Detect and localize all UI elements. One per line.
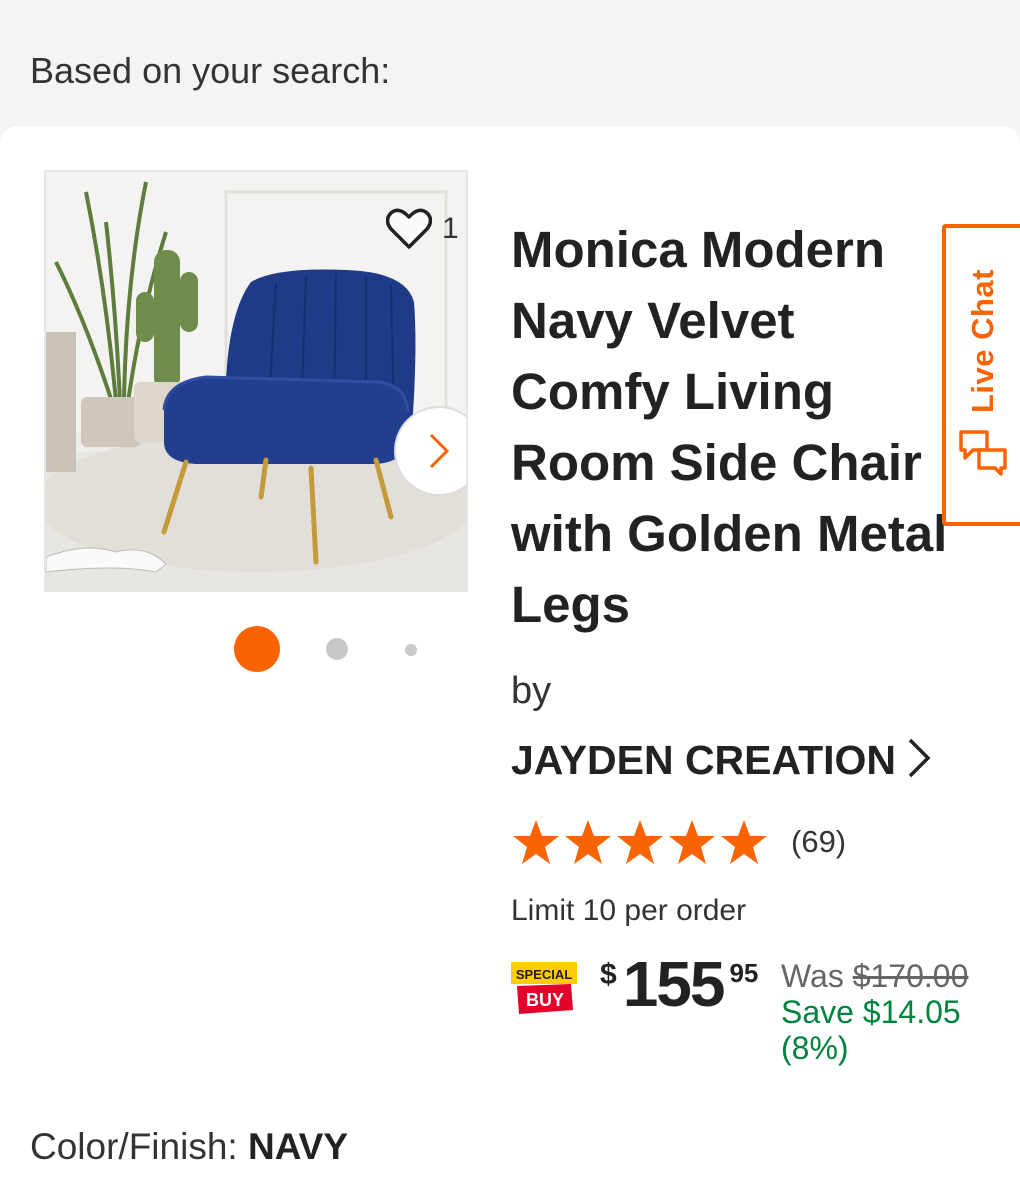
by-label: by — [511, 670, 552, 712]
star-icon — [669, 820, 715, 864]
star-rating — [511, 818, 769, 866]
special-buy-badge: SPECIAL BUY — [511, 958, 577, 1018]
carousel-dot-active[interactable] — [234, 626, 280, 672]
carousel-indicator[interactable] — [234, 626, 434, 674]
product-title[interactable]: Monica Modern Navy Velvet Comfy Living R… — [511, 214, 1011, 640]
order-limit: Limit 10 per order — [511, 894, 747, 927]
save-percent: (8%) — [781, 1030, 849, 1066]
favorite-count: 1 — [442, 212, 459, 245]
savings-info: Was $170.00 Save $14.05 (8%) — [781, 958, 1011, 1066]
star-icon — [721, 820, 767, 864]
star-icon — [565, 820, 611, 864]
carousel-dot[interactable] — [405, 644, 417, 656]
color-finish: Color/Finish: NAVY — [30, 1126, 348, 1168]
was-price: Was $170.00 — [781, 958, 969, 994]
heart-icon[interactable] — [386, 208, 432, 250]
color-finish-value: NAVY — [247, 1126, 349, 1167]
price-dollars: 155 — [622, 948, 726, 1020]
product-image[interactable]: 1 — [44, 170, 468, 592]
star-icon — [513, 820, 559, 864]
price-currency: $ — [600, 958, 617, 991]
current-price: $ 155 95 — [600, 950, 758, 1018]
live-chat-button[interactable]: Live Chat — [942, 224, 1020, 526]
brand-link[interactable]: JAYDEN CREATION — [511, 736, 932, 785]
svg-text:BUY: BUY — [526, 990, 564, 1010]
product-rating[interactable]: (69) — [511, 818, 846, 866]
chevron-right-icon — [427, 431, 451, 471]
color-finish-label: Color/Finish: — [30, 1126, 238, 1167]
brand-name[interactable]: JAYDEN CREATION — [511, 737, 896, 784]
favorite-button[interactable]: 1 — [386, 208, 459, 250]
chevron-right-icon — [906, 736, 932, 785]
save-amount: Save $14.05 — [781, 994, 961, 1030]
section-heading: Based on your search: — [30, 50, 391, 91]
chat-bubbles-icon — [957, 428, 1009, 481]
live-chat-label[interactable]: Live Chat — [965, 269, 1001, 413]
product-card[interactable]: 1 Monica Modern Navy Velvet Comfy Living… — [0, 126, 1020, 1200]
price-cents: 95 — [729, 958, 759, 988]
svg-text:SPECIAL: SPECIAL — [516, 967, 572, 982]
review-count[interactable]: (69) — [791, 824, 846, 860]
star-icon — [617, 820, 663, 864]
carousel-dot[interactable] — [326, 638, 348, 660]
